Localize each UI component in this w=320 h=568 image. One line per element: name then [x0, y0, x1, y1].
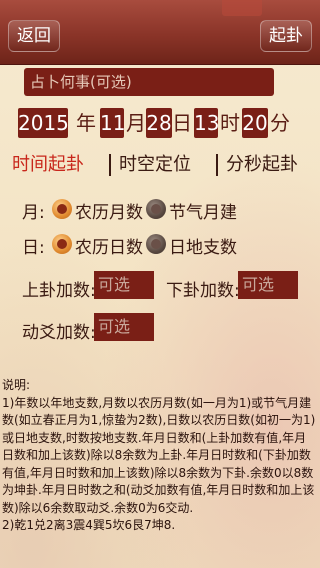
tab-divider	[109, 154, 111, 176]
start-divination-button[interactable]: 起卦	[260, 20, 312, 52]
question-input[interactable]: 占卜何事(可选)	[24, 68, 274, 96]
description-text: 1)年数以年地支数,月数以农历月数(如一月为1)或节气月建数(如立春正月为1,惊…	[2, 395, 316, 515]
month-unit-label: 月	[126, 111, 146, 135]
day-lunar-radio[interactable]	[52, 234, 72, 254]
upper-add-label: 上卦加数:	[22, 281, 96, 301]
tab-time[interactable]: 时间起卦	[12, 150, 84, 180]
minute-field[interactable]: 20	[242, 108, 268, 138]
month-option-label: 月:	[22, 203, 45, 223]
lower-add-label: 下卦加数:	[166, 281, 240, 301]
moving-add-label: 动爻加数:	[22, 323, 96, 343]
year-field[interactable]: 2015	[18, 108, 69, 138]
moving-add-input[interactable]: 可选	[94, 313, 154, 341]
description-text-2: 2)乾1兑2离3震4巽5坎6艮7坤8.	[2, 518, 176, 532]
seal-decoration	[222, 0, 262, 16]
month-lunar-label[interactable]: 农历月数	[75, 198, 143, 223]
hour-field[interactable]: 13	[194, 108, 219, 138]
tab-minute-second[interactable]: 分秒起卦	[226, 150, 298, 180]
day-field[interactable]: 28	[146, 108, 172, 138]
day-option-label: 日:	[22, 238, 45, 258]
month-solar-term-label[interactable]: 节气月建	[169, 198, 237, 223]
minute-unit-label: 分	[270, 111, 290, 135]
description-title: 说明:	[2, 378, 31, 392]
day-unit-label: 日	[172, 111, 192, 135]
lower-add-input[interactable]: 可选	[238, 271, 298, 299]
day-lunar-label[interactable]: 农历日数	[75, 233, 143, 258]
day-branch-radio[interactable]	[146, 234, 166, 254]
month-solar-term-radio[interactable]	[146, 199, 166, 219]
month-lunar-radio[interactable]	[52, 199, 72, 219]
back-button[interactable]: 返回	[8, 20, 60, 52]
year-unit-label: 年	[76, 111, 96, 135]
hour-unit-label: 时	[220, 111, 240, 135]
upper-add-input[interactable]: 可选	[94, 271, 154, 299]
month-field[interactable]: 11	[100, 108, 125, 138]
tab-divider	[216, 154, 218, 176]
method-tabs: 时间起卦 时空定位 分秒起卦	[0, 150, 320, 180]
description: 说明: 1)年数以年地支数,月数以农历月数(如一月为1)或节气月建数(如立春正月…	[2, 377, 318, 535]
tab-space-time[interactable]: 时空定位	[119, 150, 191, 180]
day-branch-label[interactable]: 日地支数	[169, 233, 237, 258]
nav-bar: 返回 起卦	[0, 0, 320, 65]
